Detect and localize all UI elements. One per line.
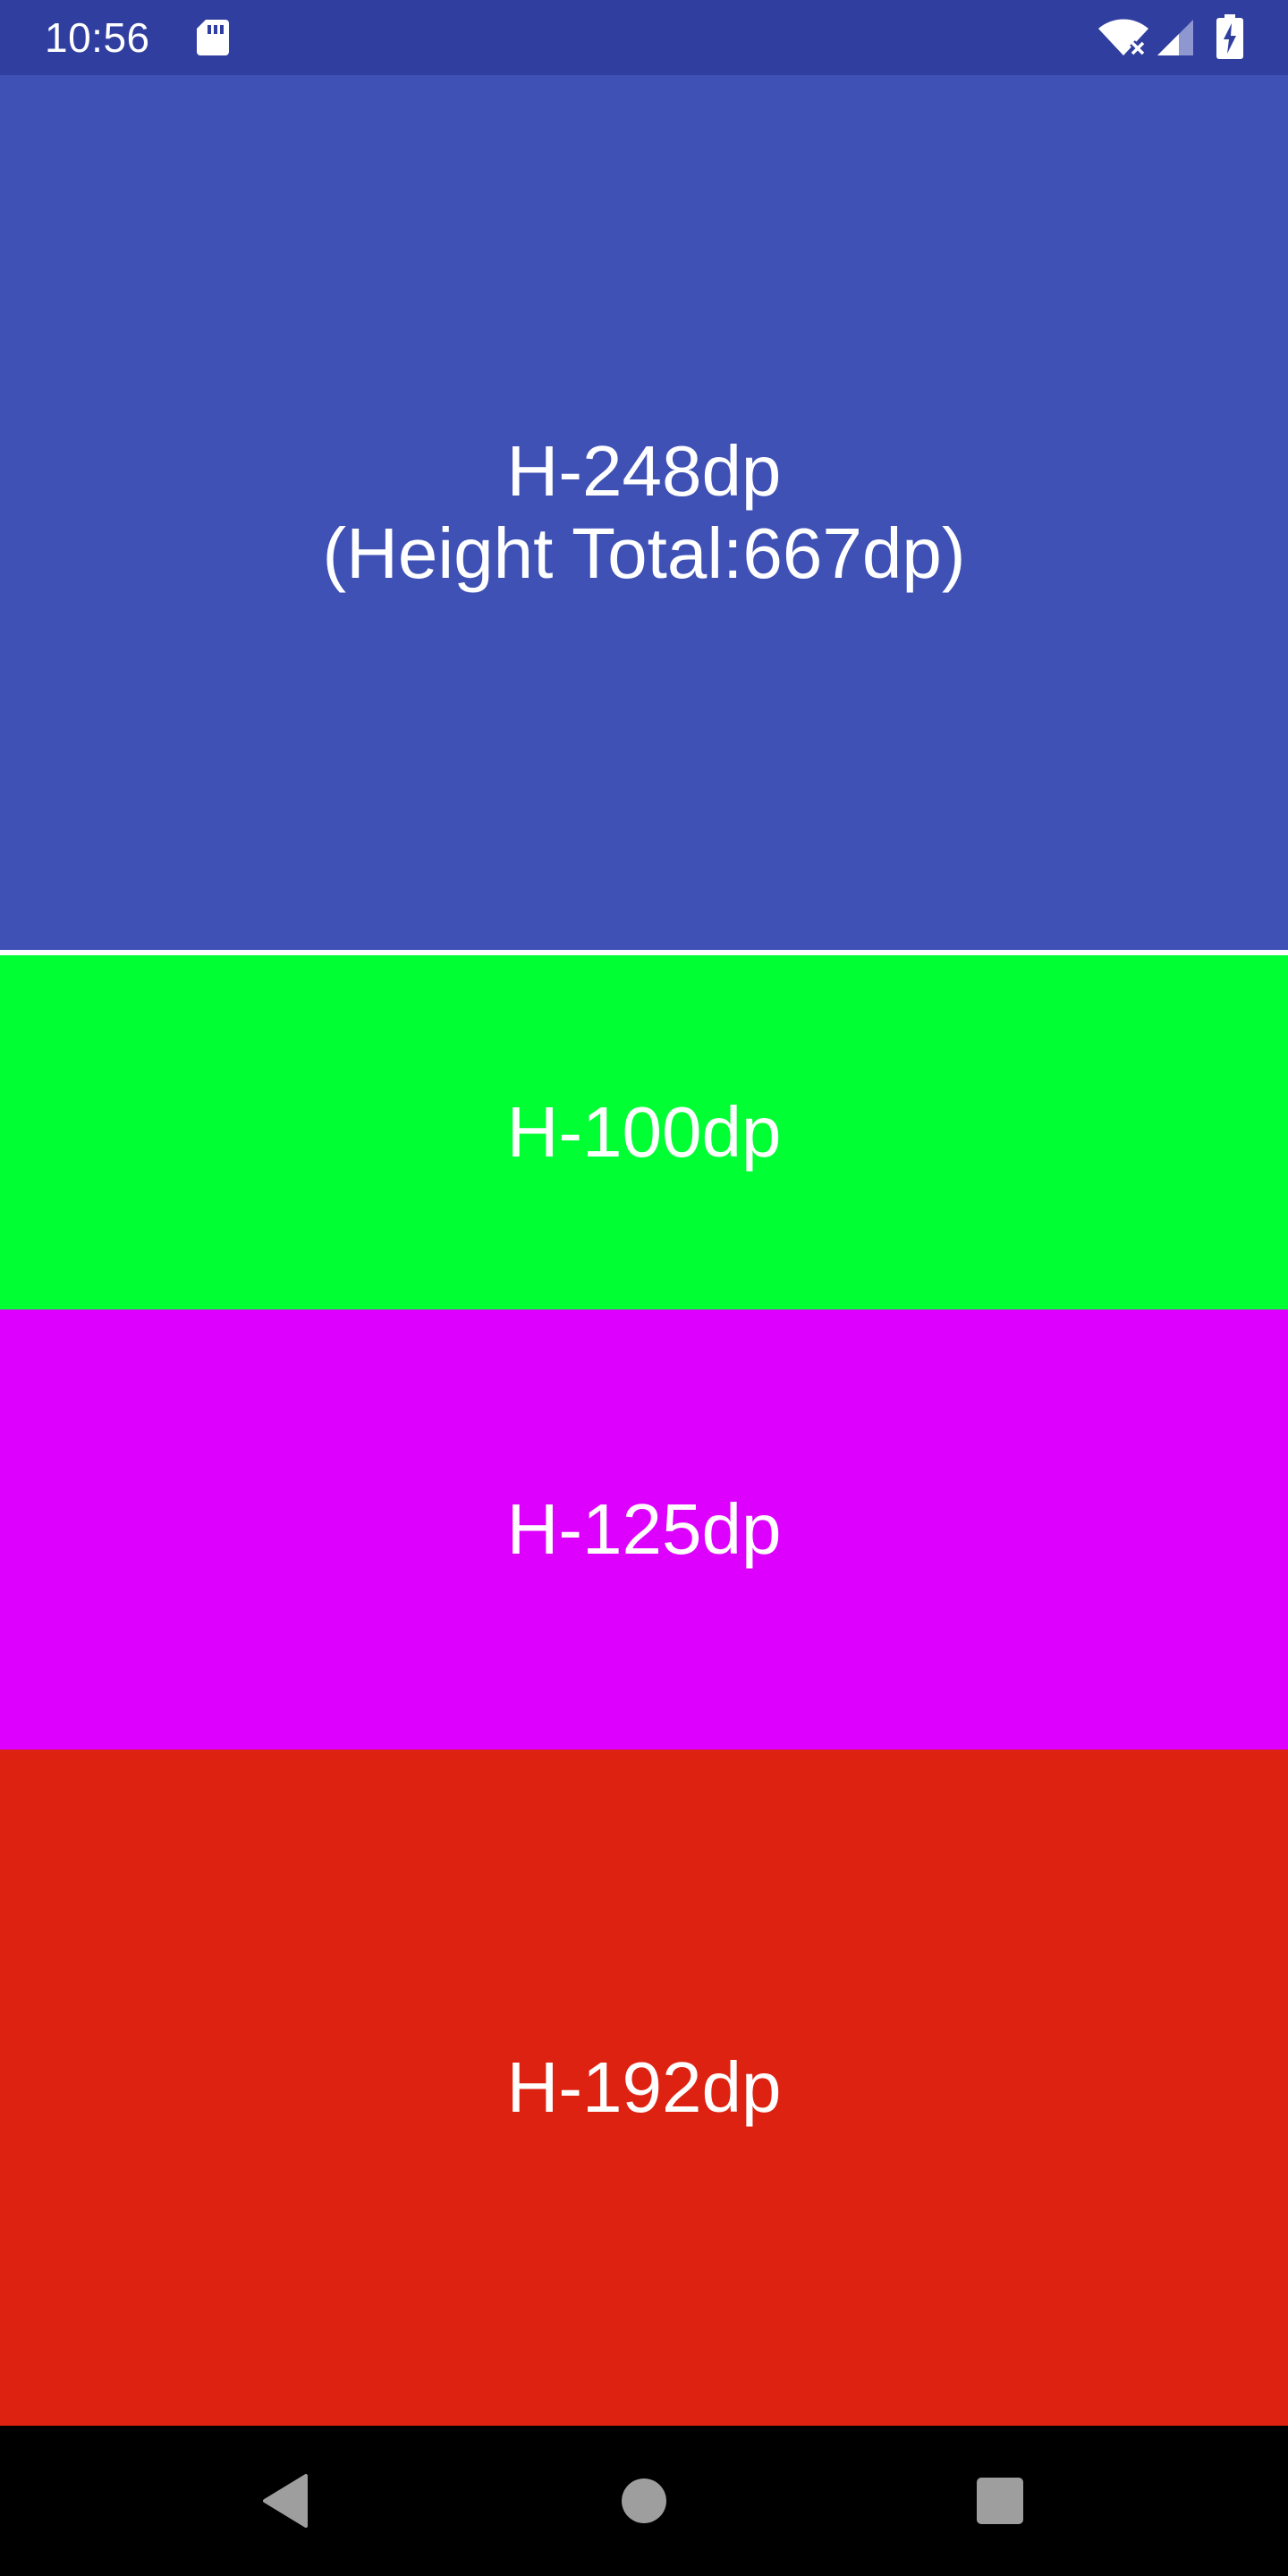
block-height-192: H-192dp <box>0 1750 1288 2426</box>
sd-card-icon <box>197 20 229 55</box>
block-label: H-248dp (Height Total:667dp) <box>322 431 966 593</box>
recents-icon[interactable] <box>977 2478 1023 2524</box>
block-label: H-192dp <box>506 2047 782 2127</box>
block-height-248: H-248dp (Height Total:667dp) <box>0 75 1288 950</box>
navigation-bar <box>0 2426 1288 2576</box>
block-height-125: H-125dp <box>0 1309 1288 1750</box>
status-bar: 10:56 <box>0 0 1288 75</box>
block-height-100: H-100dp <box>0 955 1288 1309</box>
back-icon[interactable] <box>259 2472 309 2529</box>
block-label: H-125dp <box>506 1489 782 1569</box>
wifi-no-internet-icon <box>1098 19 1148 56</box>
battery-charging-icon <box>1216 14 1243 59</box>
home-icon[interactable] <box>621 2478 667 2524</box>
cell-signal-icon <box>1157 20 1193 55</box>
status-time: 10:56 <box>45 14 150 61</box>
app-screen: 10:56 H-248dp (Height Total:667dp) H-100… <box>0 0 1288 2576</box>
block-label: H-100dp <box>506 1092 782 1172</box>
